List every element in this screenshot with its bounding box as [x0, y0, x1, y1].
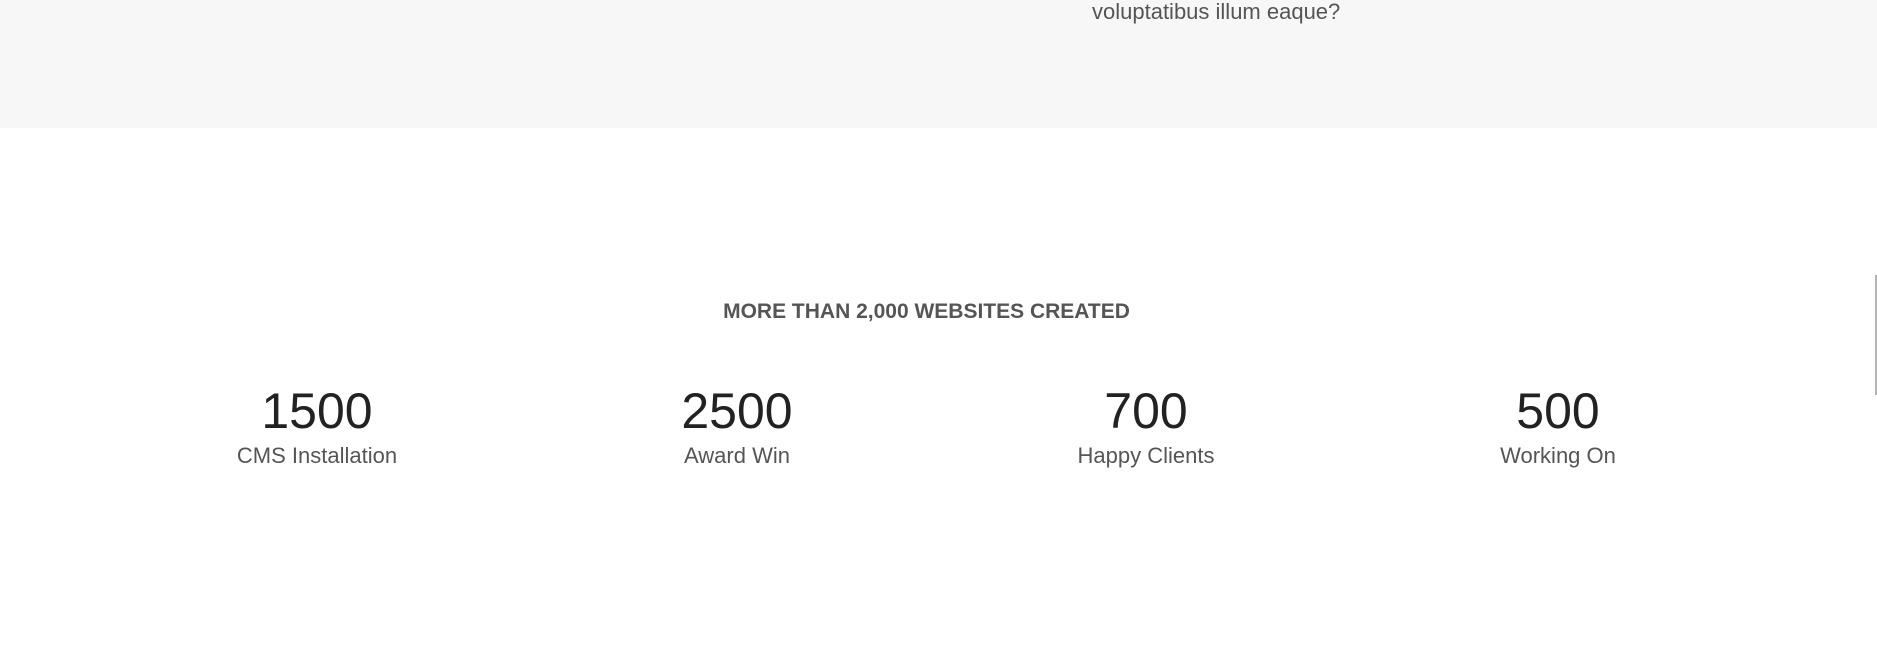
stat-happy-clients: 700 Happy Clients — [996, 384, 1296, 469]
stat-label: Working On — [1500, 443, 1616, 468]
page: voluptatibus illum eaque? MORE THAN 2,00… — [0, 0, 1877, 664]
stat-value: 500 — [1516, 383, 1600, 439]
stat-value: 700 — [1104, 383, 1188, 439]
stat-label: Award Win — [684, 443, 790, 468]
stat-working-on: 500 Working On — [1408, 384, 1708, 469]
stat-award-win: 2500 Award Win — [587, 384, 887, 469]
stat-label: CMS Installation — [236, 443, 398, 468]
intro-section: voluptatibus illum eaque? — [0, 0, 1877, 128]
stats-heading: MORE THAN 2,000 WEBSITES CREATED — [723, 300, 1130, 324]
intro-text: voluptatibus illum eaque? — [1092, 0, 1341, 24]
stats-section: MORE THAN 2,000 WEBSITES CREATED 1500 CM… — [0, 128, 1877, 664]
stat-cms-installation: 1500 CMS Installation — [167, 384, 467, 469]
stat-value: 1500 — [261, 383, 373, 439]
stat-value: 2500 — [681, 383, 793, 439]
stat-label: Happy Clients — [1077, 443, 1215, 468]
